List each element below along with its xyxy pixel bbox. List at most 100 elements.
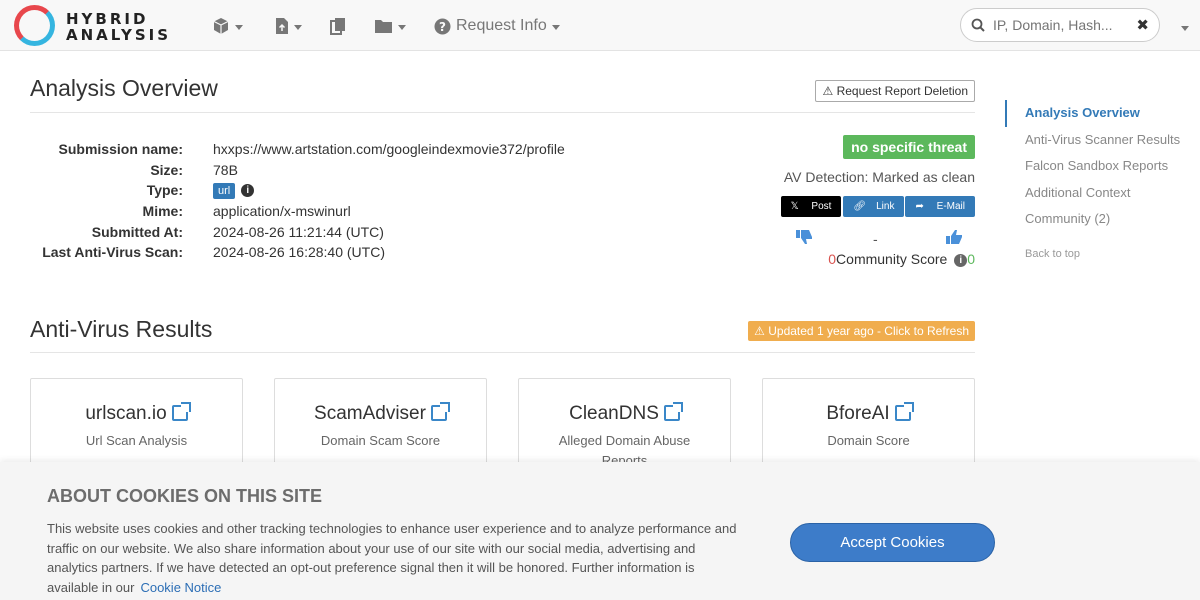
chevron-down-icon [398,24,406,30]
clear-search-icon[interactable]: ✖ [1136,16,1149,34]
refresh-label: Updated 1 year ago - Click to Refresh [768,324,969,338]
file-upload-icon [276,18,288,34]
card-subtitle: Url Scan Analysis [85,433,188,448]
share-email-button[interactable]: ➦ E-Mail [905,196,975,217]
card-name: BforeAI [826,403,890,424]
card-title: CleanDNS [519,402,730,425]
info-row-type: Type: url i [30,180,590,201]
share-post-label: Post [811,201,832,212]
field-label: Mime: [142,203,183,220]
share-email-label: E-Mail [936,201,965,212]
sidenav-item-analysis-overview[interactable]: Analysis Overview [1005,100,1200,127]
antivirus-results-header: Anti-Virus Results ⚠ Updated 1 year ago … [30,291,975,353]
accept-cookies-button[interactable]: Accept Cookies [790,523,995,562]
info-row-submitted-at: Submitted At: 2024-08-26 11:21:44 (UTC) [30,221,590,242]
card-name: CleanDNS [569,403,659,424]
info-circle-icon[interactable]: i [241,184,255,198]
vote-separator: - [873,231,878,247]
external-link-icon[interactable] [430,402,450,421]
threat-verdict-badge: no specific threat [843,135,975,159]
antivirus-results-title: Anti-Virus Results [30,316,213,342]
sidenav-item-additional-context[interactable]: Additional Context [1005,180,1200,207]
mime-value: application/x-mswinurl [213,203,351,220]
warning-icon: ⚠ [822,84,834,98]
user-menu-chevron-icon[interactable] [1181,26,1189,31]
search-icon [971,18,985,32]
share-x-button[interactable]: 𝕏 Post [780,196,842,217]
card-title: ScamAdviser [275,402,486,425]
community-score-label: Community Score [836,251,948,267]
chevron-down-icon [294,24,302,30]
size-value: 78B [213,161,238,178]
submission-name-value: hxxps://www.artstation.com/googleindexmo… [213,141,565,158]
file-upload-menu-button[interactable] [275,15,302,37]
folder-icon [375,20,392,33]
info-circle-icon[interactable]: i [954,253,968,267]
community-votes: - 0Community Score i0 [775,225,975,267]
last-av-scan-value: 2024-08-26 16:28:40 (UTC) [213,244,385,261]
analysis-overview-title: Analysis Overview [30,75,218,101]
share-icon: ➦ [915,201,924,212]
cube-menu-button[interactable] [212,15,243,37]
refresh-button[interactable]: ⚠ Updated 1 year ago - Click to Refresh [748,321,975,341]
submission-info: Submission name: hxxps://www.artstation.… [30,139,590,263]
sidenav-item-falcon-sandbox[interactable]: Falcon Sandbox Reports [1005,153,1200,180]
card-name: urlscan.io [85,403,167,424]
question-circle-icon: ? [434,18,451,34]
field-label: Type: [146,182,183,199]
external-link-icon[interactable] [663,402,683,421]
request-info-label: Request Info [456,17,547,34]
delete-button-label: Request Report Deletion [836,84,968,98]
hybrid-analysis-logo[interactable]: HYBRID ANALYSIS [14,4,184,46]
svg-text:?: ? [439,20,446,34]
back-to-top-link[interactable]: Back to top [1005,248,1200,260]
community-score: 0Community Score i0 [828,251,975,267]
cookie-banner: ABOUT COOKIES ON THIS SITE This website … [0,462,1200,600]
top-navbar: HYBRID ANALYSIS ? Request Info ✖ [0,0,1200,51]
thumbs-up-icon[interactable] [946,229,963,245]
card-subtitle: Domain Score [827,433,910,448]
search-box[interactable]: ✖ [960,8,1160,42]
community-down-count: 0 [828,251,837,267]
card-name: ScamAdviser [314,403,426,424]
page-sidenav: Analysis Overview Anti-Virus Scanner Res… [1005,100,1200,260]
analysis-overview-header: Analysis Overview ⚠ Request Report Delet… [30,51,975,113]
sidenav-item-antivirus-results[interactable]: Anti-Virus Scanner Results [1005,127,1200,154]
thumbs-down-icon[interactable] [796,229,813,245]
copy-button[interactable] [330,15,346,37]
search-input[interactable] [993,17,1123,33]
share-buttons: 𝕏 Post 🔗︎ Link ➦ E-Mail [775,196,975,217]
warning-icon: ⚠ [754,324,765,338]
field-label: Submission name: [58,141,183,158]
logo-ring-icon [14,5,55,46]
info-row-mime: Mime: application/x-mswinurl [30,201,590,222]
main-content: Analysis Overview ⚠ Request Report Delet… [30,51,975,538]
chevron-down-icon [235,24,243,30]
card-subtitle: Domain Scam Score [320,433,441,448]
folder-menu-button[interactable] [374,15,406,37]
field-label: Last Anti-Virus Scan: [42,244,183,261]
card-title: BforeAI [763,402,974,425]
field-label: Size: [150,161,183,178]
verdict-panel: no specific threat AV Detection: Marked … [775,135,975,267]
info-row-submission-name: Submission name: hxxps://www.artstation.… [30,139,590,160]
community-up-count: 0 [967,251,975,267]
card-title: urlscan.io [31,402,242,425]
field-label: Submitted At: [91,223,183,240]
info-row-last-av-scan: Last Anti-Virus Scan: 2024-08-26 16:28:4… [30,242,590,263]
share-link-label: Link [876,201,895,212]
x-logo-icon: 𝕏 [790,201,799,212]
type-badge: url [213,183,236,200]
request-info-menu[interactable]: ? Request Info [434,15,560,37]
logo-text-line2: ANALYSIS [66,26,172,44]
request-report-deletion-button[interactable]: ⚠ Request Report Deletion [815,80,975,102]
link-icon: 🔗︎ [853,201,867,212]
sidenav-item-community[interactable]: Community (2) [1005,206,1200,233]
cube-icon [213,18,229,34]
share-link-button[interactable]: 🔗︎ Link [843,196,905,217]
cookie-banner-title: ABOUT COOKIES ON THIS SITE [47,486,323,506]
external-link-icon[interactable] [171,402,191,421]
external-link-icon[interactable] [894,402,914,421]
cookie-notice-link[interactable]: Cookie Notice [140,580,221,595]
chevron-down-icon [551,24,560,30]
